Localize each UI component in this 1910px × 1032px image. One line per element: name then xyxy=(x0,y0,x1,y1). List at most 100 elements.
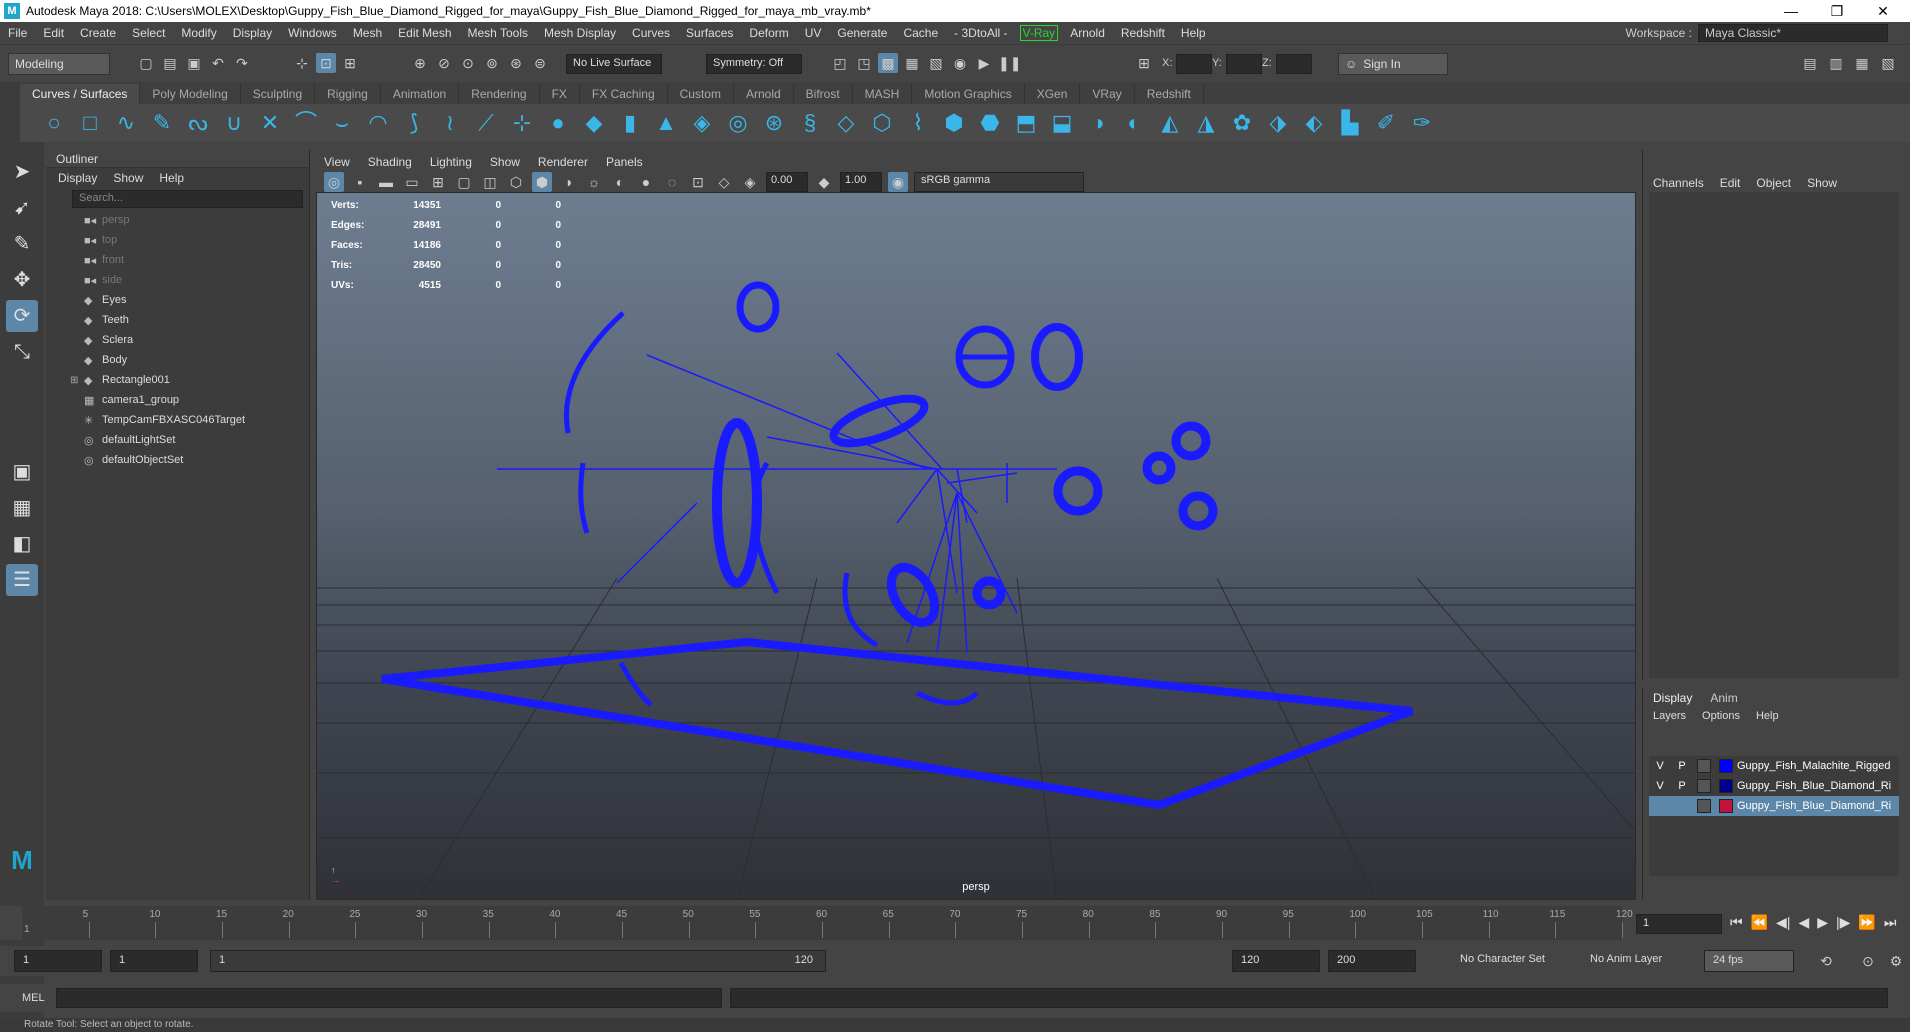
attach-surfaces-icon[interactable]: ◮ xyxy=(1192,109,1220,137)
z-field[interactable] xyxy=(1276,54,1312,74)
detach-curves-icon[interactable]: ⌣ xyxy=(328,109,356,137)
boundary-icon[interactable]: ⬣ xyxy=(976,109,1004,137)
modeling-toolkit-icon[interactable]: ▤ xyxy=(1800,53,1820,73)
shelf-tab-animation[interactable]: Animation xyxy=(381,84,460,104)
bookmark-icon[interactable]: ▬ xyxy=(376,172,396,192)
select-tool-icon[interactable]: ➤ xyxy=(6,156,38,188)
channels-menu-channels[interactable]: Channels xyxy=(1653,176,1704,190)
outliner-item[interactable]: ◆ Eyes xyxy=(46,290,309,310)
shelf-tab-bifrost[interactable]: Bifrost xyxy=(794,84,853,104)
outliner-layout-icon[interactable]: ☰ xyxy=(6,564,38,596)
nurbs-cylinder-icon[interactable]: ▮ xyxy=(616,109,644,137)
render-view-icon[interactable]: ▩ xyxy=(878,53,898,73)
camera-attributes-icon[interactable]: ▪ xyxy=(350,172,370,192)
channels-menu-show[interactable]: Show xyxy=(1807,176,1837,190)
fps-dropdown[interactable]: 24 fps xyxy=(1704,950,1794,972)
extend-curve-icon[interactable]: ⟋ xyxy=(472,109,500,137)
nurbs-cone-icon[interactable]: ▲ xyxy=(652,109,680,137)
anim-layer-dropdown[interactable]: No Anim Layer xyxy=(1582,950,1682,972)
y-field[interactable] xyxy=(1226,54,1262,74)
smooth-shade-icon[interactable]: ⬢ xyxy=(532,172,552,192)
range-bar[interactable]: 1 120 xyxy=(210,950,826,972)
layer-type-toggle[interactable] xyxy=(1697,779,1711,793)
menu-arnold[interactable]: Arnold xyxy=(1062,26,1113,40)
shelf-tab-redshift[interactable]: Redshift xyxy=(1135,84,1204,104)
workspace-dropdown[interactable]: Maya Classic* xyxy=(1698,24,1888,42)
xray-icon[interactable]: ◇ xyxy=(714,172,734,192)
single-perspective-layout-icon[interactable]: ▣ xyxy=(6,456,38,488)
motion-blur-icon[interactable]: ◌ xyxy=(662,172,682,192)
render-settings-icon[interactable]: ▧ xyxy=(926,53,946,73)
planar-icon[interactable]: ◇ xyxy=(832,109,860,137)
shelf-tab-fx[interactable]: FX xyxy=(540,84,580,104)
color-management-icon[interactable]: ◉ xyxy=(888,172,908,192)
expand-icon[interactable]: ⊞ xyxy=(70,375,78,386)
gamma-icon[interactable]: ◆ xyxy=(814,172,834,192)
mode-dropdown[interactable]: Modeling xyxy=(8,53,110,75)
loft-icon[interactable]: § xyxy=(796,109,824,137)
shelf-tab-arnold[interactable]: Arnold xyxy=(734,84,794,104)
nurbs-torus-icon[interactable]: ◎ xyxy=(724,109,752,137)
layer-color-swatch[interactable] xyxy=(1719,799,1733,813)
loop-icon[interactable]: ⟲ xyxy=(1816,951,1836,971)
outliner-item[interactable]: ■◂ front xyxy=(46,250,309,270)
detach-surfaces-icon[interactable]: ✿ xyxy=(1228,109,1256,137)
live-surface-field[interactable]: No Live Surface xyxy=(566,54,662,74)
menu-surfaces[interactable]: Surfaces xyxy=(678,26,741,40)
untrim-icon[interactable]: ◑ xyxy=(1084,109,1112,137)
layer-row[interactable]: V P Guppy_Fish_Malachite_Rigged xyxy=(1649,756,1899,776)
layer-visibility-toggle[interactable]: V xyxy=(1649,760,1671,772)
symmetry-dropdown[interactable]: Symmetry: Off xyxy=(706,54,802,74)
exposure-icon[interactable]: ◈ xyxy=(740,172,760,192)
transform-absolute-icon[interactable]: ⊞ xyxy=(1134,53,1154,73)
persp-outliner-layout-icon[interactable]: ◧ xyxy=(6,528,38,560)
channel-box-icon[interactable]: ▧ xyxy=(1878,53,1898,73)
revolve-icon[interactable]: ⊛ xyxy=(760,109,788,137)
resolution-gate-icon[interactable]: ◫ xyxy=(480,172,500,192)
step-forward-frame-icon[interactable]: |▶ xyxy=(1836,914,1850,931)
outliner-item[interactable]: ◎ defaultObjectSet xyxy=(46,450,309,470)
snap-live-icon[interactable]: ⊜ xyxy=(530,53,550,73)
viewport-menu-shading[interactable]: Shading xyxy=(368,155,412,169)
select-by-object-icon[interactable]: ⊡ xyxy=(316,53,336,73)
undo-icon[interactable]: ↶ xyxy=(208,53,228,73)
time-slider-track[interactable]: 1 5 10 15 20 25 30 35 40 45 50 55 60 65 70 75 80 85 90 95 10… xyxy=(22,906,1633,940)
menu-file[interactable]: File xyxy=(0,26,35,40)
restore-button[interactable]: ❐ xyxy=(1814,0,1860,22)
surface-edit-icon[interactable]: ✑ xyxy=(1408,109,1436,137)
x-field[interactable] xyxy=(1176,54,1212,74)
outliner-item[interactable]: ✳ TempCamFBXASC046Target xyxy=(46,410,309,430)
vray-render-icon[interactable]: ▶ xyxy=(974,53,994,73)
bezier-curve-icon[interactable]: ᔓ xyxy=(184,109,212,137)
outliner-item[interactable]: ■◂ side xyxy=(46,270,309,290)
exposure-field[interactable]: 0.00 xyxy=(766,172,808,192)
shelf-tab-motion-graphics[interactable]: Motion Graphics xyxy=(912,84,1025,104)
layer-tab-anim[interactable]: Anim xyxy=(1710,691,1737,705)
shelf-tab-rigging[interactable]: Rigging xyxy=(315,84,381,104)
current-frame-field[interactable]: 1 xyxy=(1636,914,1722,934)
snap-grid-icon[interactable]: ⊕ xyxy=(410,53,430,73)
play-backward-icon[interactable]: ◀ xyxy=(1798,914,1809,931)
bevel-icon[interactable]: ⬢ xyxy=(940,109,968,137)
outliner-menu-display[interactable]: Display xyxy=(58,171,97,185)
shelf-tab-vray[interactable]: VRay xyxy=(1080,84,1135,104)
paint-select-tool-icon[interactable]: ✎ xyxy=(6,228,38,260)
select-by-component-icon[interactable]: ⊞ xyxy=(340,53,360,73)
menu-mesh-tools[interactable]: Mesh Tools xyxy=(460,26,536,40)
menu-select[interactable]: Select xyxy=(124,26,173,40)
isolate-select-icon[interactable]: ⊡ xyxy=(688,172,708,192)
step-back-frame-icon[interactable]: ◀| xyxy=(1776,914,1790,931)
play-forward-icon[interactable]: ▶ xyxy=(1817,914,1828,931)
sign-in-button[interactable]: ☺ Sign In xyxy=(1338,53,1448,75)
layer-color-swatch[interactable] xyxy=(1719,759,1733,773)
layer-visibility-toggle[interactable]: V xyxy=(1649,780,1671,792)
intersect-surfaces-icon[interactable]: ◭ xyxy=(1156,109,1184,137)
menu-redshift[interactable]: Redshift xyxy=(1113,26,1173,40)
go-to-start-icon[interactable]: ⏮ xyxy=(1730,914,1743,931)
layer-playback-toggle[interactable]: P xyxy=(1671,780,1693,792)
shadows-icon[interactable]: ◐ xyxy=(610,172,630,192)
save-scene-icon[interactable]: ▣ xyxy=(184,53,204,73)
lasso-tool-icon[interactable]: ➹ xyxy=(6,192,38,224)
viewport-menu-view[interactable]: View xyxy=(324,155,350,169)
cv-curve-icon[interactable]: ∪ xyxy=(220,109,248,137)
